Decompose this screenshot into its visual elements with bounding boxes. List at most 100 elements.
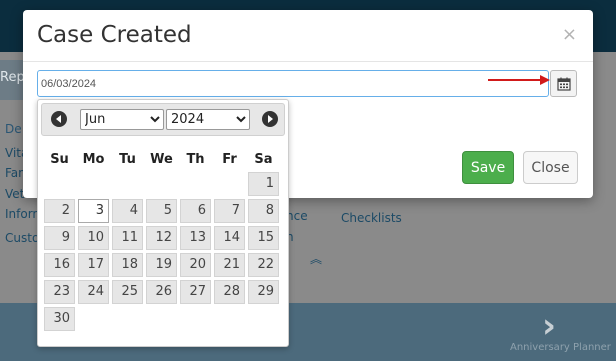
- calendar-day[interactable]: 19: [146, 253, 177, 277]
- calendar-week-row: 1: [44, 172, 279, 196]
- prev-month-button[interactable]: [51, 111, 67, 127]
- calendar-cell: 10: [78, 226, 109, 250]
- calendar-cell: 26: [146, 280, 177, 304]
- modal-title: Case Created: [37, 22, 192, 48]
- calendar-day[interactable]: 15: [248, 226, 279, 250]
- close-icon[interactable]: ×: [562, 24, 577, 45]
- red-arrow-annotation: [488, 75, 550, 85]
- weekday-label: Mo: [82, 151, 105, 167]
- calendar-cell: 29: [248, 280, 279, 304]
- calendar-cell: 6: [180, 199, 211, 223]
- calendar-cell: [180, 172, 211, 196]
- background-tab-label: Rep: [0, 70, 25, 85]
- calendar-cell: 7: [214, 199, 245, 223]
- calendar-cell: [146, 307, 177, 331]
- calendar-day[interactable]: 6: [180, 199, 211, 223]
- calendar-cell: 13: [180, 226, 211, 250]
- bg-link-de: De: [5, 122, 22, 136]
- calendar-cell: 15: [248, 226, 279, 250]
- date-input[interactable]: [37, 70, 549, 97]
- calendar-day[interactable]: 11: [112, 226, 143, 250]
- calendar-cell: 8: [248, 199, 279, 223]
- calendar-cell: [214, 172, 245, 196]
- calendar-cell: 28: [214, 280, 245, 304]
- calendar-cell: 24: [78, 280, 109, 304]
- calendar-cell: 17: [78, 253, 109, 277]
- calendar-day[interactable]: 3: [78, 199, 109, 223]
- month-select[interactable]: Jun: [80, 109, 164, 130]
- calendar-day[interactable]: 14: [214, 226, 245, 250]
- calendar-day[interactable]: 23: [44, 280, 75, 304]
- calendar-cell: 4: [112, 199, 143, 223]
- weekday-label: We: [150, 151, 173, 167]
- calendar-day[interactable]: 17: [78, 253, 109, 277]
- calendar-icon: [557, 77, 571, 91]
- calendar-week-row: 2345678: [44, 199, 279, 223]
- calendar-day[interactable]: 21: [214, 253, 245, 277]
- calendar-cell: 5: [146, 199, 177, 223]
- weekday-label: Th: [186, 151, 205, 167]
- calendar-cell: 18: [112, 253, 143, 277]
- calendar-week-row: 9 10 11 12 13 14 15: [44, 226, 279, 250]
- double-chevron-up-icon: ︽: [310, 252, 323, 266]
- calendar-cell: [214, 307, 245, 331]
- weekday-row: Su Mo Tu We Th Fr Sa: [44, 149, 279, 169]
- calendar-cell: 27: [180, 280, 211, 304]
- calendar-week-row: 16 17 18 19 20 21 22: [44, 253, 279, 277]
- calendar-day[interactable]: 25: [112, 280, 143, 304]
- calendar-cell: 11: [112, 226, 143, 250]
- calendar-day[interactable]: 8: [248, 199, 279, 223]
- calendar-day[interactable]: 5: [146, 199, 177, 223]
- close-button[interactable]: Close: [523, 151, 578, 184]
- datepicker-popup: Jun 2024 Su Mo Tu We Th Fr Sa 1234567891…: [37, 99, 289, 347]
- calendar-grid: Su Mo Tu We Th Fr Sa 1 2 3 4 5 6 7 8 9 10 11 12 13 14…: [41, 146, 282, 334]
- calendar-day[interactable]: 16: [44, 253, 75, 277]
- calendar-cell: 2: [44, 199, 75, 223]
- calendar-day[interactable]: 13: [180, 226, 211, 250]
- calendar-cell: [146, 172, 177, 196]
- calendar-day[interactable]: 20: [180, 253, 211, 277]
- calendar-button[interactable]: [550, 70, 577, 97]
- calendar-cell: 20: [180, 253, 211, 277]
- year-select[interactable]: 2024: [166, 109, 250, 130]
- calendar-cell: 19: [146, 253, 177, 277]
- calendar-day[interactable]: 10: [78, 226, 109, 250]
- calendar-day[interactable]: 24: [78, 280, 109, 304]
- save-button[interactable]: Save: [462, 151, 514, 184]
- calendar-day[interactable]: 22: [248, 253, 279, 277]
- calendar-day[interactable]: 7: [214, 199, 245, 223]
- calendar-cell: 16: [44, 253, 75, 277]
- calendar-cell: 12: [146, 226, 177, 250]
- calendar-day[interactable]: 26: [146, 280, 177, 304]
- calendar-day[interactable]: 12: [146, 226, 177, 250]
- bg-link-vet: Vet: [5, 187, 25, 201]
- calendar-day[interactable]: 30: [44, 307, 75, 331]
- calendar-day[interactable]: 4: [112, 199, 143, 223]
- calendar-day[interactable]: 27: [180, 280, 211, 304]
- calendar-day[interactable]: 29: [248, 280, 279, 304]
- calendar-cell: [112, 307, 143, 331]
- calendar-cell: 3: [78, 199, 109, 223]
- calendar-day[interactable]: 18: [112, 253, 143, 277]
- calendar-day[interactable]: 28: [214, 280, 245, 304]
- calendar-day[interactable]: 9: [44, 226, 75, 250]
- modal-divider: [23, 61, 593, 62]
- calendar-cell: [112, 172, 143, 196]
- calendar-cell: 9: [44, 226, 75, 250]
- calendar-week-row: 30: [44, 307, 279, 331]
- calendar-week-row: 23 24 25 26 27 28 29: [44, 280, 279, 304]
- calendar-cell: 25: [112, 280, 143, 304]
- chevron-right-icon: ›: [542, 306, 557, 346]
- datepicker-header: Jun 2024: [41, 103, 285, 136]
- calendar-day[interactable]: 2: [44, 199, 75, 223]
- calendar-day[interactable]: 1: [248, 172, 279, 196]
- calendar-cell: [180, 307, 211, 331]
- bg-link-nce: nce: [286, 209, 308, 223]
- calendar-body: 1 2 3 4 5 6 7 8 9 10 11 12 13 14 15 16 17 18 19 20 21 22 23 24 2…: [44, 172, 279, 331]
- calendar-cell: [44, 172, 75, 196]
- weekday-label: Fr: [222, 151, 237, 167]
- calendar-cell: [248, 307, 279, 331]
- weekday-label: Sa: [254, 151, 273, 167]
- next-month-button[interactable]: [262, 111, 278, 127]
- calendar-cell: 1: [248, 172, 279, 196]
